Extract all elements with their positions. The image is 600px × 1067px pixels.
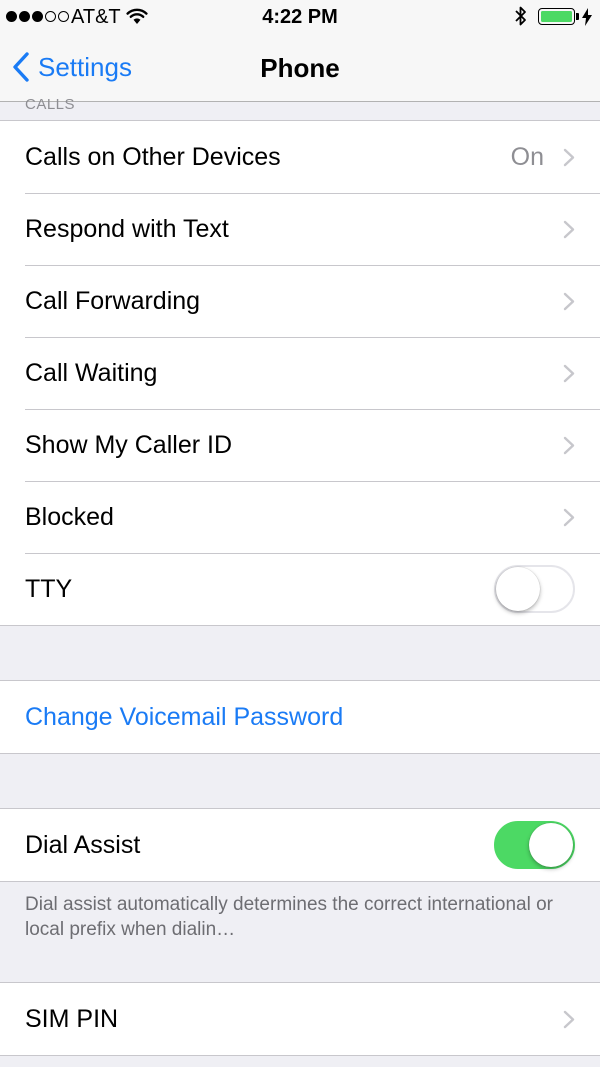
- change-voicemail-password-row[interactable]: Change Voicemail Password: [0, 681, 600, 753]
- bluetooth-icon: [515, 6, 526, 26]
- calls-group: Calls on Other Devices On Respond with T…: [0, 120, 600, 626]
- toggle-knob: [529, 823, 573, 867]
- change-voicemail-password-link[interactable]: Change Voicemail Password: [25, 681, 343, 753]
- chevron-right-icon: [563, 364, 575, 383]
- respond-with-text-row[interactable]: Respond with Text: [0, 193, 600, 265]
- row-label: Blocked: [25, 503, 114, 531]
- row-label: Call Forwarding: [25, 287, 201, 315]
- tty-toggle[interactable]: [494, 565, 575, 613]
- page-title: Phone: [260, 53, 340, 83]
- blocked-row[interactable]: Blocked: [0, 481, 600, 553]
- sim-pin-row[interactable]: SIM PIN: [0, 983, 600, 1055]
- charging-bolt-icon: [582, 8, 592, 26]
- voicemail-group: Change Voicemail Password: [0, 680, 600, 754]
- call-forwarding-row[interactable]: Call Forwarding: [0, 265, 600, 337]
- chevron-right-icon: [563, 1010, 575, 1029]
- dial-assist-group: Dial Assist: [0, 808, 600, 882]
- dial-assist-toggle[interactable]: [494, 821, 575, 869]
- row-label: TTY: [25, 575, 73, 603]
- row-label: Dial Assist: [25, 831, 141, 859]
- row-label: Calls on Other Devices: [25, 143, 281, 171]
- battery-level-fill: [541, 11, 572, 22]
- chevron-right-icon: [563, 148, 575, 167]
- row-label: SIM PIN: [25, 1005, 119, 1033]
- dial-assist-row: Dial Assist: [0, 809, 600, 881]
- chevron-right-icon: [563, 436, 575, 455]
- call-waiting-row[interactable]: Call Waiting: [0, 337, 600, 409]
- status-time: 4:22 PM: [262, 6, 338, 28]
- navigation-bar: Settings Phone: [0, 34, 600, 102]
- calls-on-other-devices-row[interactable]: Calls on Other Devices On: [0, 121, 600, 193]
- row-label: Respond with Text: [25, 215, 229, 243]
- chevron-right-icon: [563, 508, 575, 527]
- chevron-right-icon: [563, 292, 575, 311]
- status-bar: AT&T 4:22 PM: [0, 0, 600, 34]
- row-value: On: [510, 143, 544, 171]
- battery-icon: [538, 8, 575, 25]
- show-my-caller-id-row[interactable]: Show My Caller ID: [0, 409, 600, 481]
- dial-assist-footer: Dial assist automatically determines the…: [25, 894, 554, 940]
- battery-cap: [576, 13, 579, 20]
- section-header-calls: CALLS: [25, 96, 76, 113]
- row-label: Show My Caller ID: [25, 431, 232, 459]
- tty-row: TTY: [0, 553, 600, 625]
- sim-group: SIM PIN: [0, 982, 600, 1056]
- chevron-right-icon: [563, 220, 575, 239]
- toggle-knob: [496, 567, 540, 611]
- row-label: Call Waiting: [25, 359, 158, 387]
